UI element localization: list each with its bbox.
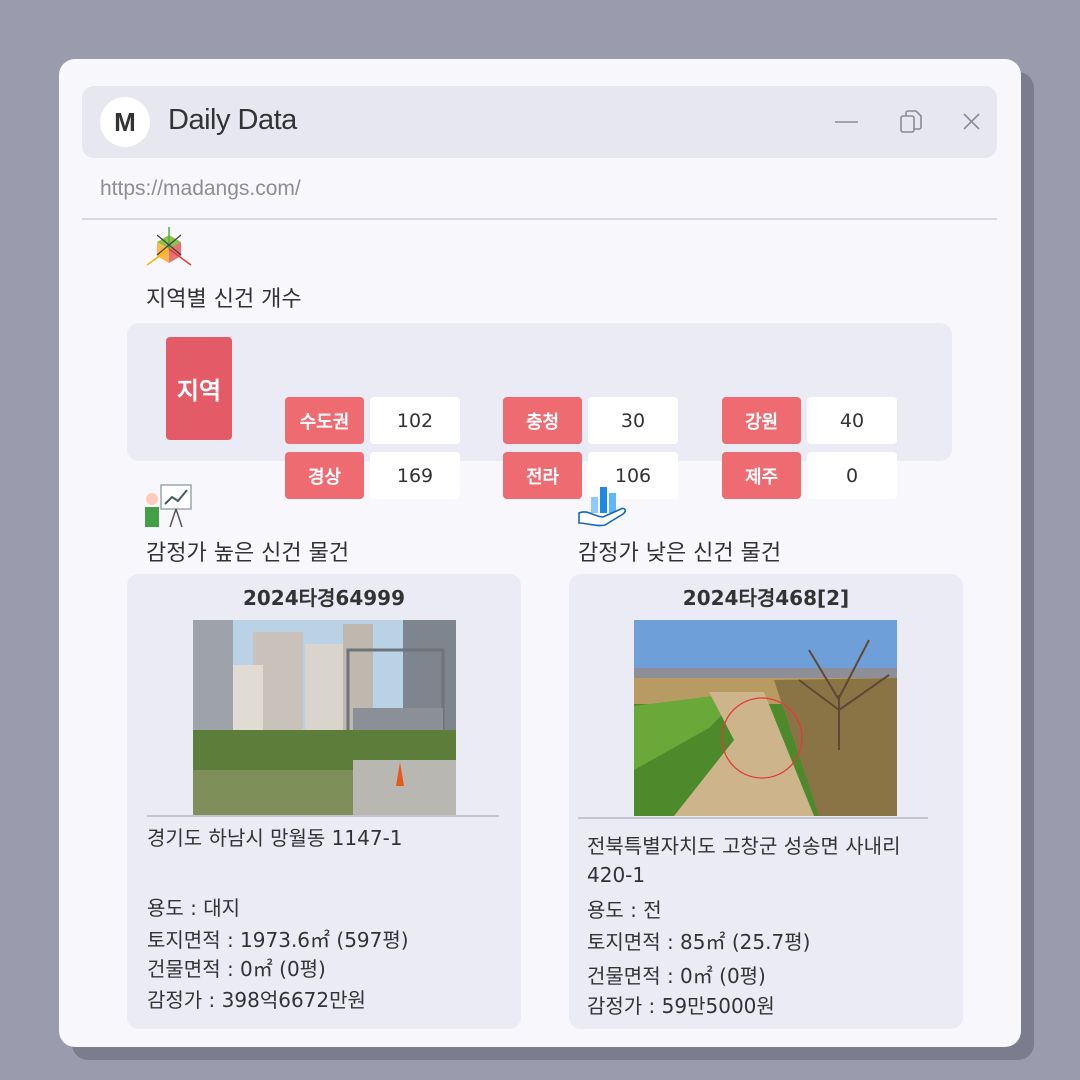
copy-icon[interactable]: [897, 108, 925, 136]
property-address: 경기도 하남시 망월동 1147-1: [147, 826, 403, 850]
property-building-area: 건물면적 : 0㎡ (0평): [147, 957, 326, 981]
region-section-title: 지역별 신건 개수: [146, 287, 302, 312]
region-count: 169: [370, 452, 460, 499]
property-land-area: 토지면적 : 85㎡ (25.7평): [587, 930, 811, 954]
region-count: 30: [588, 397, 678, 444]
region-label: 제주: [722, 452, 801, 499]
url-text[interactable]: https://madangs.com/: [100, 177, 301, 201]
case-number[interactable]: 2024타경64999: [127, 582, 521, 611]
region-label: 수도권: [285, 397, 364, 444]
title-bar: M Daily Data: [82, 86, 997, 158]
region-count: 102: [370, 397, 460, 444]
property-appraisal: 감정가 : 59만5000원: [587, 994, 775, 1018]
url-divider: [82, 218, 997, 220]
property-appraisal: 감정가 : 398억6672만원: [147, 988, 366, 1012]
minimize-icon[interactable]: [832, 108, 860, 136]
region-count: 0: [807, 452, 897, 499]
presentation-chart-icon: [143, 479, 195, 533]
photo-divider: [147, 815, 499, 817]
app-window: M Daily Data https://madangs.com/ 지역별 신건…: [59, 59, 1021, 1047]
region-label: 강원: [722, 397, 801, 444]
app-logo: M: [100, 97, 150, 147]
close-icon[interactable]: [958, 108, 986, 136]
property-usage: 용도 : 전: [587, 898, 662, 922]
region-main-label: 지역: [166, 337, 232, 440]
region-label: 경상: [285, 452, 364, 499]
property-address-line2: 420-1: [587, 863, 646, 887]
app-title: Daily Data: [168, 104, 297, 136]
property-address: 전북특별자치도 고창군 성송면 사내리: [587, 834, 901, 858]
low-section-title: 감정가 낮은 신건 물건: [578, 541, 782, 566]
region-label: 충청: [503, 397, 582, 444]
photo-divider: [578, 817, 928, 819]
property-land-area: 토지면적 : 1973.6㎡ (597평): [147, 928, 409, 952]
property-photo: [193, 620, 456, 816]
cube-axes-icon: [143, 225, 195, 277]
property-photo: [634, 620, 897, 816]
region-count: 40: [807, 397, 897, 444]
case-number[interactable]: 2024타경468[2]: [569, 582, 963, 611]
low-appraisal-card[interactable]: 2024타경468[2] 전북특별자치도 고창군 성송면 사내리 420-1 용…: [569, 574, 963, 1029]
region-label: 전라: [503, 452, 582, 499]
region-count-panel: 지역 수도권 102 충청 30 강원 40 경상 169 전라 106 제주 …: [127, 323, 952, 499]
high-appraisal-card[interactable]: 2024타경64999 경기도 하남시 망월동 1147-1 용도 : 대지 토…: [127, 574, 521, 1029]
property-building-area: 건물면적 : 0㎡ (0평): [587, 964, 766, 988]
property-usage: 용도 : 대지: [147, 896, 241, 920]
high-section-title: 감정가 높은 신건 물건: [146, 541, 350, 566]
hand-bar-chart-icon: [577, 479, 629, 533]
